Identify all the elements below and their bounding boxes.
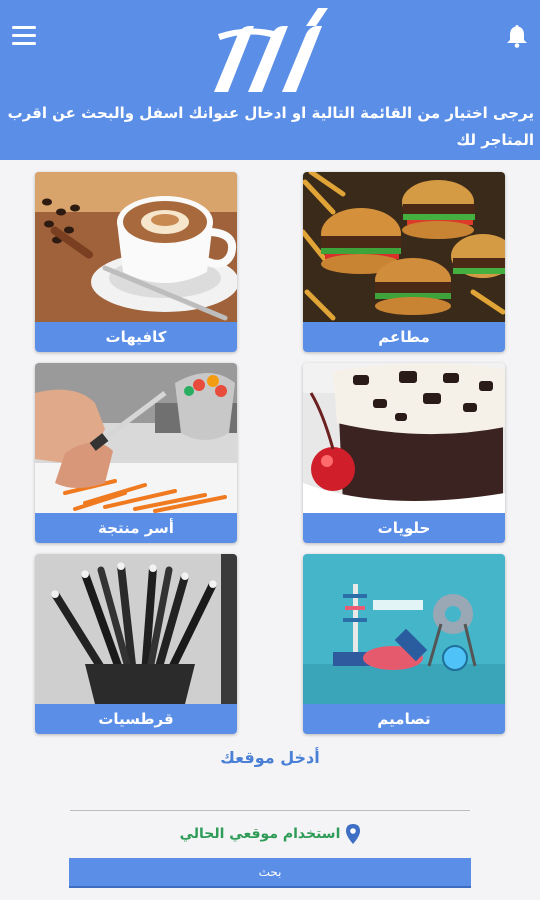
category-card-stationery[interactable]: قرطسيات [35, 554, 237, 734]
notification-bell-icon[interactable] [506, 24, 528, 48]
pencil-cup-image [35, 554, 237, 704]
category-label: تصاميم [303, 704, 505, 734]
category-label: أسر منتجة [35, 513, 237, 543]
menu-icon[interactable] [12, 26, 36, 46]
cake-slice-image [303, 363, 505, 513]
category-card-desserts[interactable]: حلويات [303, 363, 505, 543]
divider [70, 810, 470, 811]
design-objects-image [303, 554, 505, 704]
enter-location-title: أدخل موقعك [220, 748, 320, 767]
burgers-image [303, 172, 505, 322]
search-button[interactable]: بحث [69, 858, 471, 888]
category-card-designs[interactable]: تصاميم [303, 554, 505, 734]
category-card-restaurants[interactable]: مطاعم [303, 172, 505, 352]
instruction-text: يرجى اختيار من القائمة التالية او ادخال … [7, 104, 534, 149]
use-current-location-link[interactable]: استخدام موقعي الحالي [0, 822, 540, 846]
map-pin-icon [346, 824, 361, 844]
category-label: كافيهات [35, 322, 237, 352]
use-current-location-label: استخدام موقعي الحالي [179, 826, 341, 842]
category-label: مطاعم [303, 322, 505, 352]
app-header: يرجى اختيار من القائمة التالية او ادخال … [0, 0, 540, 160]
category-card-home-businesses[interactable]: أسر منتجة [35, 363, 237, 543]
category-label: قرطسيات [35, 704, 237, 734]
category-label: حلويات [303, 513, 505, 543]
app-logo [214, 8, 328, 92]
coffee-cup-image [35, 172, 237, 322]
category-card-cafes[interactable]: كافيهات [35, 172, 237, 352]
cooking-hands-image [35, 363, 237, 513]
